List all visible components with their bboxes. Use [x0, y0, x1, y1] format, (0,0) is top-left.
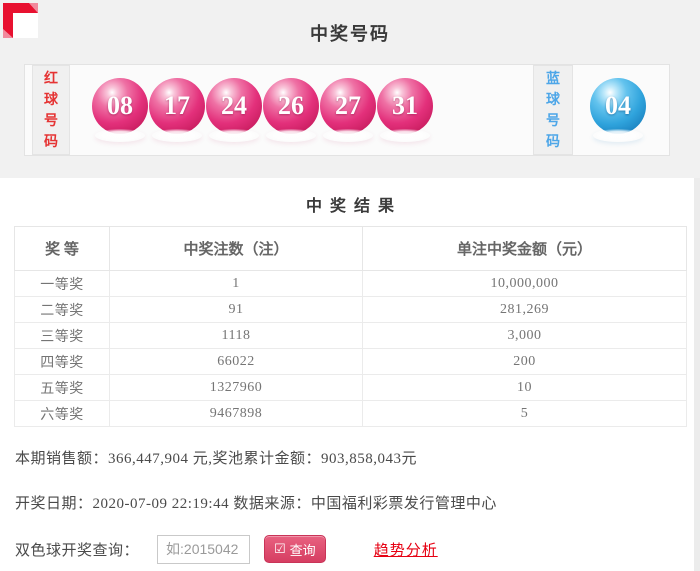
draw-date-line: 开奖日期：2020-07-09 22:19:44 数据来源：中国福利彩票发行管理…	[15, 496, 497, 512]
query-button[interactable]: ☑ 查询	[264, 535, 326, 563]
table-row: 三等奖 1118 3,000	[14, 322, 687, 349]
checkbox-check-icon: ☑	[274, 541, 286, 557]
query-row: 双色球开奖查询： ☑查询 趋势分析	[15, 534, 438, 564]
count-cell: 1118	[109, 322, 363, 349]
table-row: 四等奖 66022 200	[14, 348, 687, 375]
tier-cell: 六等奖	[14, 400, 110, 427]
table-row: 六等奖 9467898 5	[14, 400, 687, 427]
red-ball-6: 31	[377, 78, 433, 142]
tier-cell: 二等奖	[14, 296, 110, 323]
header-tier: 奖 等	[14, 226, 110, 271]
count-cell: 1327960	[109, 374, 363, 401]
issue-query-input[interactable]	[157, 534, 251, 564]
amount-cell: 200	[362, 348, 687, 375]
amount-cell: 10,000,000	[362, 270, 687, 297]
red-ball-5: 27	[320, 78, 376, 142]
blue-ball-label: 蓝球号码	[533, 65, 573, 155]
header-count: 中奖注数（注）	[109, 226, 363, 271]
query-label: 双色球开奖查询：	[15, 542, 140, 559]
prize-table-header-row: 奖 等 中奖注数（注） 单注中奖金额（元）	[14, 226, 687, 271]
red-ball-4: 26	[263, 78, 319, 142]
count-cell: 91	[109, 296, 363, 323]
red-ball-3: 24	[206, 78, 262, 142]
tier-cell: 三等奖	[14, 322, 110, 349]
page-title: 中奖号码	[310, 24, 390, 44]
winning-numbers-banner: 中奖号码 红球号码 08 17 24 26 27 31 蓝球号码 04	[0, 0, 700, 178]
tier-cell: 四等奖	[14, 348, 110, 375]
amount-cell: 5	[362, 400, 687, 427]
table-row: 一等奖 1 10,000,000	[14, 270, 687, 297]
count-cell: 1	[109, 270, 363, 297]
amount-cell: 281,269	[362, 296, 687, 323]
red-ball-label-text: 红球号码	[44, 72, 58, 150]
table-row: 二等奖 91 281,269	[14, 296, 687, 323]
tier-cell: 五等奖	[14, 374, 110, 401]
amount-cell: 3,000	[362, 322, 687, 349]
query-button-label: 查询	[289, 542, 316, 558]
trend-analysis-link[interactable]: 趋势分析	[374, 539, 438, 560]
red-ball-2: 17	[149, 78, 205, 142]
count-cell: 9467898	[109, 400, 363, 427]
table-row: 五等奖 1327960 10	[14, 374, 687, 401]
results-title: 中奖结果	[305, 198, 402, 215]
prize-table: 奖 等 中奖注数（注） 单注中奖金额（元） 一等奖 1 10,000,000 二…	[14, 226, 687, 427]
count-cell: 66022	[109, 348, 363, 375]
blue-ball-label-text: 蓝球号码	[546, 72, 560, 150]
blue-ball-1: 04	[590, 78, 646, 142]
red-ball-1: 08	[92, 78, 148, 142]
tier-cell: 一等奖	[14, 270, 110, 297]
sales-info-line: 本期销售额：366,447,904 元,奖池累计金额：903,858,043元	[15, 451, 418, 467]
red-ball-label: 红球号码	[32, 65, 70, 155]
amount-cell: 10	[362, 374, 687, 401]
ball-panel: 红球号码 08 17 24 26 27 31 蓝球号码 04	[24, 64, 670, 156]
header-amount: 单注中奖金额（元）	[362, 226, 687, 271]
